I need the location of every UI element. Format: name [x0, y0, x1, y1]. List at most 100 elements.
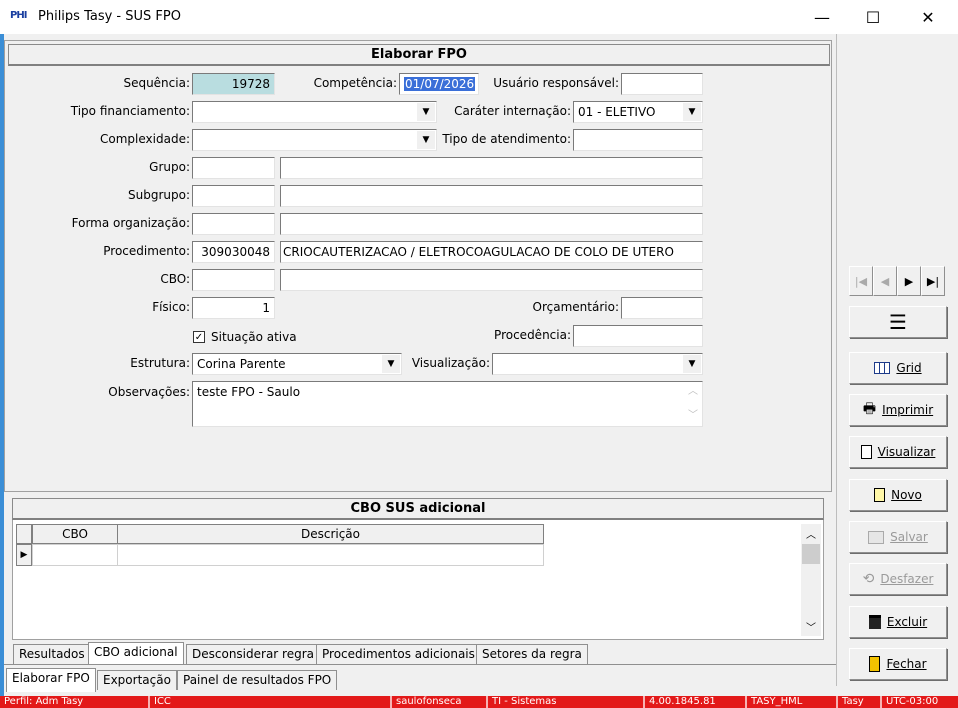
action-toolbar: |◀ ◀ ▶ ▶| ☰ Grid 🖶 Imprimir Visualizar N…: [836, 34, 958, 686]
maximize-button[interactable]: ☐: [850, 0, 896, 34]
chevron-down-icon[interactable]: ▼: [417, 131, 435, 149]
tab-procedimentos-adicionais[interactable]: Procedimentos adicionais: [316, 644, 481, 664]
status-perfil: Perfil: Adm Tasy: [4, 696, 84, 707]
grupo-desc-field: [280, 157, 703, 179]
sequencia-field: 19728: [192, 73, 275, 95]
tab-painel-resultados-fpo[interactable]: Painel de resultados FPO: [177, 670, 338, 690]
tab-desconsiderar-regra[interactable]: Desconsiderar regra: [186, 644, 320, 664]
next-record-icon[interactable]: ▶: [897, 266, 921, 296]
window-title: Philips Tasy - SUS FPO: [38, 9, 181, 24]
visualizacao-select[interactable]: ▼: [492, 353, 703, 375]
excluir-button[interactable]: Excluir: [849, 606, 947, 638]
grupo-label: Grupo:: [149, 160, 190, 174]
tab-elaborar-fpo[interactable]: Elaborar FPO: [6, 668, 96, 692]
cbo-desc-field: [280, 269, 703, 291]
visualizar-button[interactable]: Visualizar: [849, 436, 947, 468]
table-cell-cbo[interactable]: [32, 544, 118, 566]
column-header-cbo[interactable]: CBO: [32, 524, 118, 544]
fechar-button-label: Fechar: [886, 657, 927, 671]
competencia-value: 01/07/2026: [404, 77, 476, 91]
scroll-down-icon[interactable]: ﹀: [688, 408, 698, 424]
grupo-code-field[interactable]: [192, 157, 275, 179]
chevron-down-icon[interactable]: ▼: [382, 355, 400, 373]
procedimento-desc-field: CRIOCAUTERIZACAO / ELETROCOAGULACAO DE C…: [280, 241, 703, 263]
save-icon: [868, 530, 885, 544]
estrutura-value: Corina Parente: [197, 357, 286, 371]
row-indicator-icon: ▶: [16, 544, 32, 566]
new-document-icon: [874, 488, 886, 502]
cbo-code-field[interactable]: [192, 269, 275, 291]
complexidade-label: Complexidade:: [100, 132, 190, 146]
tipo-atendimento-field[interactable]: [573, 129, 703, 151]
tab-cbo-adicional[interactable]: CBO adicional: [88, 642, 184, 665]
scroll-thumb[interactable]: [802, 544, 820, 564]
desfazer-button[interactable]: ⟲ Desfazer: [849, 563, 947, 595]
status-bar: Perfil: Adm Tasy ICC saulofonseca TI - S…: [0, 696, 958, 708]
grid-corner: [16, 524, 32, 544]
first-record-icon[interactable]: |◀: [849, 266, 873, 296]
chevron-down-icon[interactable]: ▼: [417, 103, 435, 121]
philips-logo-icon: PHI: [10, 10, 27, 21]
previous-record-icon[interactable]: ◀: [873, 266, 897, 296]
carater-internacao-select[interactable]: 01 - ELETIVO ▼: [573, 101, 703, 123]
imprimir-button[interactable]: 🖶 Imprimir: [849, 394, 947, 426]
status-dept: TI - Sistemas: [486, 696, 557, 708]
status-server: TASY_HML: [745, 696, 802, 708]
printer-icon: 🖶: [862, 401, 877, 417]
imprimir-button-label: Imprimir: [882, 403, 934, 417]
grid-button[interactable]: Grid: [849, 352, 947, 384]
salvar-button-label: Salvar: [890, 530, 928, 544]
menu-icon: ☰: [889, 310, 907, 334]
table-cell-descricao[interactable]: [117, 544, 544, 566]
column-header-descricao[interactable]: Descrição: [117, 524, 544, 544]
situacao-ativa-checkbox[interactable]: ✓ Situação ativa: [193, 330, 297, 344]
forma-organizacao-desc-field: [280, 213, 703, 235]
close-button[interactable]: ✕: [905, 0, 951, 34]
last-record-icon[interactable]: ▶|: [921, 266, 945, 296]
tab-resultados[interactable]: Resultados: [13, 644, 91, 664]
procedimento-code-field[interactable]: 309030048: [192, 241, 275, 263]
chevron-down-icon[interactable]: ▼: [683, 103, 701, 121]
orcamentario-field[interactable]: [621, 297, 703, 319]
undo-icon: ⟲: [862, 571, 875, 587]
scroll-up-icon[interactable]: ︿: [806, 526, 816, 541]
grid-scrollbar[interactable]: ︿ ﹀: [801, 524, 821, 636]
observacoes-textarea[interactable]: teste FPO - Saulo ︿ ﹀: [192, 381, 703, 427]
competencia-field[interactable]: 01/07/2026: [399, 73, 479, 95]
subgrupo-label: Subgrupo:: [128, 188, 190, 202]
novo-button[interactable]: Novo: [849, 479, 947, 511]
forma-organizacao-code-field[interactable]: [192, 213, 275, 235]
procedencia-field[interactable]: [573, 325, 703, 347]
checkbox-check-icon[interactable]: ✓: [193, 331, 205, 343]
exit-door-icon: [869, 656, 881, 672]
fisico-field[interactable]: 1: [192, 297, 275, 319]
estrutura-label: Estrutura:: [130, 356, 190, 370]
complexidade-select[interactable]: ▼: [192, 129, 437, 151]
scroll-up-icon[interactable]: ︿: [688, 384, 698, 400]
subgrupo-code-field[interactable]: [192, 185, 275, 207]
tipo-financiamento-select[interactable]: ▼: [192, 101, 437, 123]
tab-setores-da-regra[interactable]: Setores da regra: [476, 644, 588, 664]
sequencia-label: Sequência:: [123, 76, 190, 90]
estrutura-select[interactable]: Corina Parente ▼: [192, 353, 402, 375]
desfazer-button-label: Desfazer: [880, 572, 934, 586]
status-version: 4.00.1845.81: [643, 696, 716, 708]
tab-exportacao[interactable]: Exportação: [97, 670, 177, 690]
title-bar: PHI Philips Tasy - SUS FPO — ☐ ✕: [0, 0, 958, 34]
scroll-down-icon[interactable]: ﹀: [806, 619, 816, 634]
minimize-button[interactable]: —: [799, 0, 845, 34]
procedencia-label: Procedência:: [494, 328, 571, 342]
salvar-button[interactable]: Salvar: [849, 521, 947, 553]
fechar-button[interactable]: Fechar: [849, 648, 947, 680]
orcamentario-label: Orçamentário:: [532, 300, 619, 314]
usuario-label: Usuário responsável:: [493, 76, 619, 90]
status-timezone: UTC-03:00: [880, 696, 938, 708]
procedimento-label: Procedimento:: [103, 244, 190, 258]
forma-organizacao-label: Forma organização:: [71, 216, 190, 230]
menu-button[interactable]: ☰: [849, 306, 947, 338]
chevron-down-icon[interactable]: ▼: [683, 355, 701, 373]
visualizacao-label: Visualização:: [411, 356, 490, 370]
tipo-financiamento-label: Tipo financiamento:: [70, 104, 190, 118]
subgrupo-desc-field: [280, 185, 703, 207]
usuario-field[interactable]: [621, 73, 703, 95]
